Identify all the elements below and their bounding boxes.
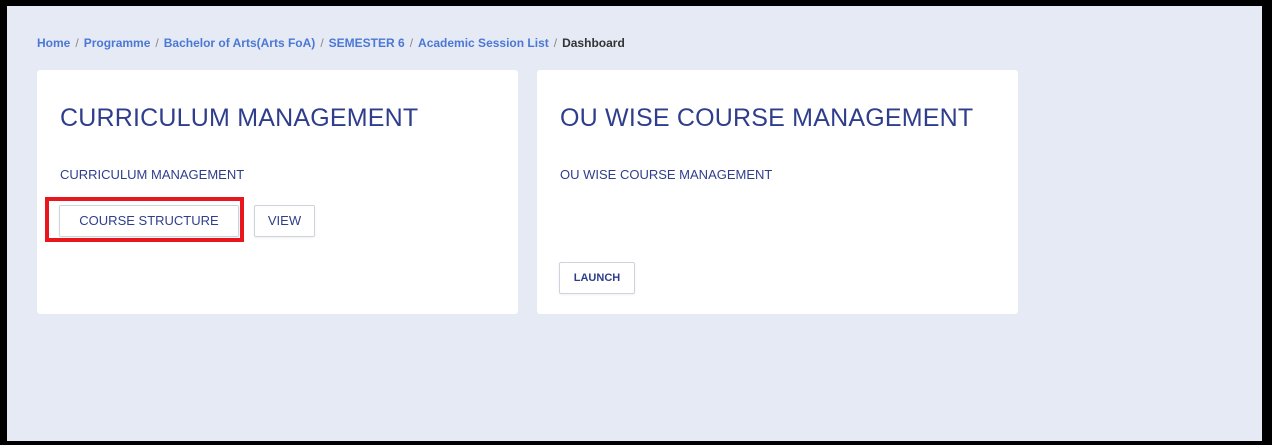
breadcrumb-current: Dashboard bbox=[562, 36, 625, 50]
breadcrumb-programme-name[interactable]: Bachelor of Arts(Arts FoA) bbox=[164, 36, 316, 50]
page-frame: Home / Programme / Bachelor of Arts(Arts FoA… bbox=[7, 6, 1262, 441]
curriculum-management-card: CURRICULUM MANAGEMENT CURRICULUM MANAGEM… bbox=[37, 70, 518, 314]
breadcrumb-home[interactable]: Home bbox=[37, 36, 70, 50]
breadcrumb-academic-session-list[interactable]: Academic Session List bbox=[418, 36, 549, 50]
launch-button[interactable]: LAUNCH bbox=[559, 262, 635, 294]
course-structure-button[interactable]: COURSE STRUCTURE bbox=[59, 205, 239, 237]
breadcrumb-separator: / bbox=[320, 36, 324, 50]
breadcrumb-separator: / bbox=[409, 36, 414, 50]
breadcrumb-separator: / bbox=[553, 36, 558, 50]
card-title: CURRICULUM MANAGEMENT bbox=[60, 104, 419, 132]
breadcrumb-separator: / bbox=[75, 36, 79, 50]
ou-wise-course-management-card: OU WISE COURSE MANAGEMENT OU WISE COURSE… bbox=[537, 70, 1018, 314]
card-title: OU WISE COURSE MANAGEMENT bbox=[560, 104, 974, 132]
view-button[interactable]: VIEW bbox=[254, 205, 315, 237]
card-subtitle: OU WISE COURSE MANAGEMENT bbox=[560, 167, 773, 182]
breadcrumb-programme[interactable]: Programme bbox=[84, 36, 151, 50]
card-subtitle: CURRICULUM MANAGEMENT bbox=[60, 167, 245, 182]
breadcrumb-separator: / bbox=[155, 36, 159, 50]
breadcrumb: Home / Programme / Bachelor of Arts(Arts FoA… bbox=[37, 36, 625, 50]
breadcrumb-semester[interactable]: SEMESTER 6 bbox=[329, 36, 405, 50]
